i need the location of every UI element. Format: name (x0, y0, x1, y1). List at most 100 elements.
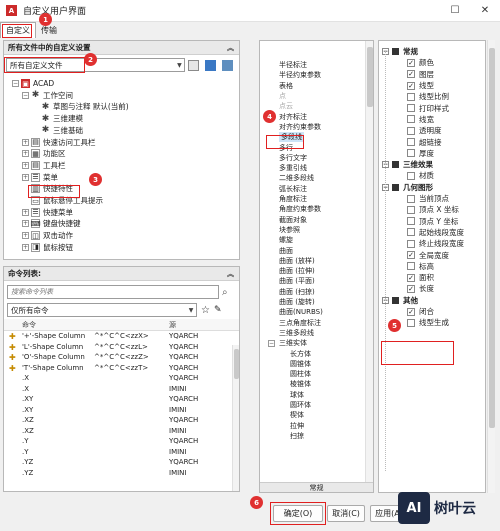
tab-customize[interactable]: 自定义 (0, 22, 36, 38)
object-type-item[interactable]: 长方体 (290, 348, 311, 358)
property-checkbox[interactable] (407, 205, 415, 214)
tree-item[interactable]: + ☰ 菜单 (22, 172, 58, 183)
expand-node-icon[interactable]: + (22, 173, 29, 181)
property-checkbox[interactable] (407, 171, 415, 180)
tree-item[interactable]: ✱ 三维基础 (32, 125, 83, 136)
property-item[interactable]: 线型比例 (407, 91, 449, 102)
property-item[interactable]: 厚度 (407, 148, 434, 159)
tree-item[interactable]: ✱ 三维建模 (32, 113, 83, 124)
open-folder-icon[interactable] (188, 59, 200, 71)
property-item[interactable]: ✓ 闭合 (407, 306, 434, 317)
object-type-item[interactable]: 圆环体 (290, 400, 311, 410)
property-checkbox[interactable] (407, 262, 415, 271)
command-row[interactable]: .YZ IMINI (4, 468, 229, 479)
property-section[interactable]: − 其他 (382, 295, 418, 306)
property-item[interactable]: 起始线段宽度 (407, 227, 464, 238)
property-checkbox[interactable]: ✓ (407, 81, 415, 90)
tree-item[interactable]: ▥ 快捷特性 (22, 183, 73, 194)
property-item[interactable]: 线宽 (407, 114, 434, 125)
property-item[interactable]: ✓ 颜色 (407, 57, 434, 68)
property-item[interactable]: 顶点 X 坐标 (407, 204, 459, 215)
object-type-item[interactable]: 曲面 (放样) (279, 256, 315, 266)
object-type-item[interactable]: 对齐约束参数 (279, 122, 321, 132)
close-button[interactable]: ✕ (470, 0, 500, 22)
property-item[interactable]: 超链接 (407, 136, 442, 147)
command-row[interactable]: .XZ YQARCH (4, 415, 229, 426)
command-row[interactable]: .XY IMINI (4, 405, 229, 416)
collapse-node-icon[interactable]: − (22, 91, 29, 99)
property-checkbox[interactable]: ✓ (407, 307, 415, 316)
property-checkbox[interactable] (407, 228, 415, 237)
expand-node-icon[interactable]: + (22, 208, 29, 216)
collapse-icon[interactable]: ︽ (227, 43, 234, 53)
property-checkbox[interactable] (407, 138, 415, 147)
property-checkbox[interactable] (407, 104, 415, 113)
property-checkbox[interactable] (407, 239, 415, 248)
command-filter-select[interactable]: 仅所有命令 ▼ (7, 303, 197, 317)
object-type-item[interactable]: 半径标注 (279, 60, 307, 70)
object-type-scrollbar[interactable] (365, 41, 373, 482)
property-section[interactable]: − 几何图形 (382, 182, 433, 193)
object-type-item[interactable]: 楔体 (290, 410, 304, 420)
object-type-item[interactable]: 圆锥体 (290, 359, 311, 369)
property-item[interactable]: ✓ 面积 (407, 272, 434, 283)
object-type-item[interactable]: 三维多段线 (279, 328, 314, 338)
property-item[interactable]: ✓ 长度 (407, 283, 434, 294)
tree-item[interactable]: − ✱ 工作空间 (22, 90, 73, 101)
command-row[interactable]: .XY YQARCH (4, 394, 229, 405)
properties-scrollbar[interactable] (487, 40, 495, 493)
property-item[interactable]: 线型生成 (407, 317, 449, 328)
tree-item[interactable]: ▭ 鼠标悬停工具提示 (22, 195, 103, 206)
command-row[interactable]: .XZ IMINI (4, 426, 229, 437)
expand-node-icon[interactable]: + (22, 150, 29, 158)
command-row[interactable]: ✚ 'O'-Shape Column ^*^C^C<zzZ> YQARCH (4, 352, 229, 363)
property-checkbox[interactable] (407, 92, 415, 101)
property-item[interactable]: 材质 (407, 170, 434, 181)
tree-item[interactable]: + ☰ 快捷菜单 (22, 207, 73, 218)
collapse-icon[interactable]: ︽ (227, 269, 234, 279)
object-type-item[interactable]: 半径约束参数 (279, 70, 321, 80)
object-type-item[interactable]: 截面对象 (279, 215, 307, 225)
object-type-item[interactable]: 三点角度标注 (279, 318, 321, 328)
tree-item[interactable]: + ▤ 工具栏 (22, 160, 66, 171)
object-type-item[interactable]: 弧长标注 (279, 184, 307, 194)
object-type-item[interactable]: 棱锥体 (290, 379, 311, 389)
expand-node-icon[interactable]: + (22, 138, 29, 146)
object-type-item[interactable]: 曲面 (拉伸) (279, 266, 315, 276)
command-row[interactable]: ✚ '+'-Shape Column ^*^C^C<zzX> YQARCH (4, 331, 229, 342)
object-type-item[interactable]: − 三维实体 (268, 338, 307, 348)
expand-node-icon[interactable]: + (22, 232, 29, 240)
tree-item[interactable]: + ⌨ 键盘快捷键 (22, 218, 81, 229)
object-type-item[interactable]: 块参照 (279, 225, 300, 235)
scrollbar-thumb[interactable] (489, 48, 495, 428)
object-type-item[interactable]: 角度标注 (279, 194, 307, 204)
object-type-item[interactable]: 曲面 (279, 245, 293, 255)
collapse-node-icon[interactable]: − (268, 339, 275, 347)
property-section[interactable]: − 三维效果 (382, 159, 433, 170)
command-row[interactable]: .YZ YQARCH (4, 457, 229, 468)
property-checkbox[interactable] (407, 149, 415, 158)
property-checkbox[interactable] (407, 115, 415, 124)
object-type-item[interactable]: 点云 (279, 101, 293, 111)
object-type-item[interactable]: 多行文字 (279, 153, 307, 163)
tree-item[interactable]: ✱ 草图与注释 默认(当前) (32, 101, 129, 112)
command-row[interactable]: ✚ 'L'-Shape Column ^*^C^C<zzL> YQARCH (4, 342, 229, 353)
property-checkbox[interactable]: ✓ (407, 58, 415, 67)
property-checkbox[interactable]: ✓ (407, 284, 415, 293)
property-checkbox[interactable]: ✓ (407, 70, 415, 79)
tree-item[interactable]: − ▣ ACAD (12, 78, 54, 89)
object-type-item[interactable]: 曲面(NURBS) (279, 307, 323, 317)
object-type-item[interactable]: 对齐标注 (279, 112, 307, 122)
command-search-input[interactable] (7, 285, 219, 299)
save-as-icon[interactable] (222, 59, 234, 71)
command-row[interactable]: .X YQARCH (4, 373, 229, 384)
property-checkbox[interactable] (407, 194, 415, 203)
property-item[interactable]: ✓ 线型 (407, 80, 434, 91)
maximize-button[interactable]: ☐ (440, 0, 470, 22)
object-type-item[interactable]: 螺旋 (279, 235, 293, 245)
scrollbar-thumb[interactable] (367, 47, 373, 107)
property-item[interactable]: ✓ 图层 (407, 69, 434, 80)
tree-item[interactable]: + ▦ 功能区 (22, 148, 66, 159)
property-section[interactable]: − 常规 (382, 46, 418, 57)
object-type-item[interactable]: 拉伸 (290, 421, 304, 431)
